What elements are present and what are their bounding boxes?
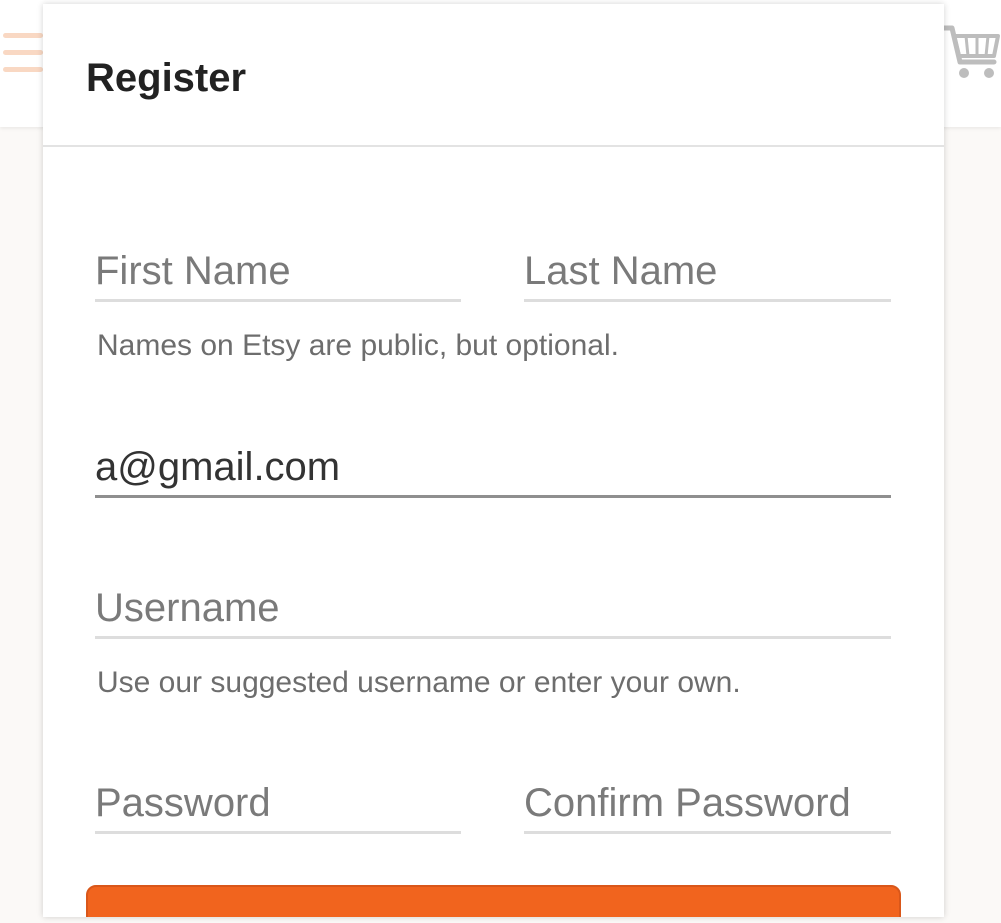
hamburger-menu-icon[interactable]	[3, 33, 43, 75]
first-name-field	[95, 244, 461, 302]
register-dialog: Register Names on Etsy are public, but o…	[43, 4, 944, 917]
dialog-title: Register	[86, 56, 247, 100]
names-helper-text: Names on Etsy are public, but optional.	[97, 329, 619, 362]
password-input[interactable]	[95, 779, 461, 827]
password-field	[95, 776, 461, 834]
username-input[interactable]	[95, 584, 891, 632]
last-name-field	[524, 244, 891, 302]
username-helper-text: Use our suggested username or enter your…	[97, 666, 741, 699]
email-input[interactable]	[95, 443, 891, 491]
shopping-cart-icon[interactable]	[942, 22, 1001, 82]
last-name-input[interactable]	[524, 247, 891, 295]
dialog-header: Register	[43, 4, 944, 147]
register-button[interactable]	[86, 885, 901, 917]
first-name-input[interactable]	[95, 247, 461, 295]
confirm-password-input[interactable]	[524, 779, 891, 827]
email-field	[95, 440, 891, 498]
confirm-password-field	[524, 776, 891, 834]
username-field	[95, 581, 891, 639]
